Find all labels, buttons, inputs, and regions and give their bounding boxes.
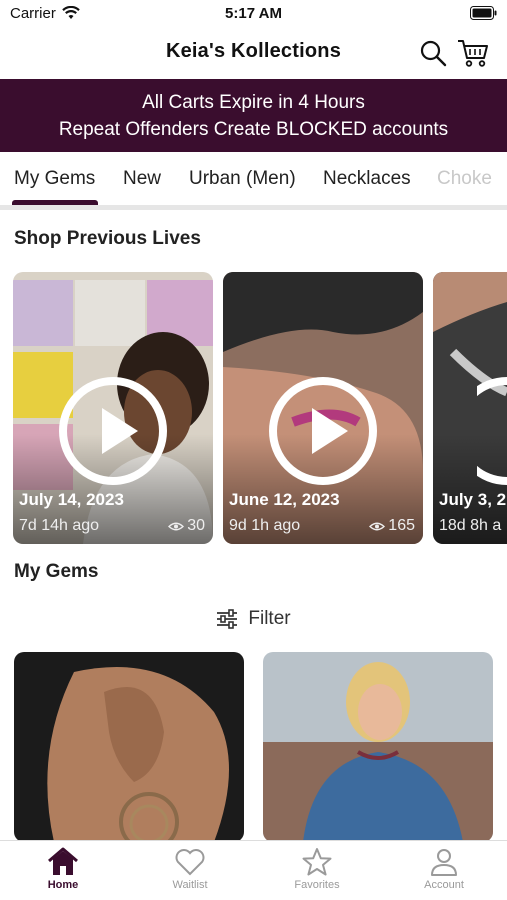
person-icon — [431, 849, 457, 876]
tab-new[interactable]: New — [123, 168, 161, 190]
bottom-tab-bar: Home Waitlist Favorites Account — [0, 840, 507, 900]
cart-icon[interactable] — [457, 38, 489, 68]
category-tabs: My Gems New Urban (Men) Necklaces Choke — [0, 152, 507, 210]
view-count: 165 — [369, 517, 415, 535]
nav-label: Favorites — [294, 879, 340, 891]
live-date: June 12, 2023 — [229, 490, 340, 509]
heart-icon — [175, 849, 205, 876]
product-image — [14, 652, 244, 842]
section-title-my-gems: My Gems — [14, 561, 99, 582]
live-date: July 14, 2023 — [19, 490, 124, 509]
star-icon — [302, 848, 332, 876]
nav-account[interactable]: Account — [381, 841, 507, 900]
clock: 5:17 AM — [225, 5, 282, 22]
banner-line-1: All Carts Expire in 4 Hours — [142, 92, 365, 113]
nav-label: Account — [424, 879, 464, 891]
play-icon[interactable] — [58, 376, 168, 486]
live-time-ago: 18d 8h a — [439, 517, 502, 534]
view-count-value: 30 — [187, 517, 205, 534]
live-video-card[interactable]: June 12, 2023 9d 1h ago 165 — [223, 272, 423, 544]
home-icon — [48, 847, 78, 875]
nav-favorites[interactable]: Favorites — [254, 841, 380, 900]
section-title-previous-lives: Shop Previous Lives — [14, 228, 201, 249]
active-tab-indicator — [12, 200, 98, 205]
app-header: Keia's Kollections — [0, 30, 507, 78]
eye-icon — [369, 522, 386, 530]
product-card[interactable] — [14, 652, 244, 842]
nav-label: Home — [47, 879, 79, 891]
live-time-ago: 7d 14h ago — [19, 517, 100, 534]
banner-line-2: Repeat Offenders Create BLOCKED accounts — [58, 119, 449, 140]
tab-urban-men[interactable]: Urban (Men) — [189, 168, 296, 190]
filter-button[interactable]: Filter — [0, 604, 507, 634]
tab-chokers[interactable]: Choke — [437, 168, 492, 190]
status-bar: Carrier 5:17 AM — [0, 0, 507, 30]
live-time-ago: 9d 1h ago — [229, 517, 301, 534]
announcement-banner: All Carts Expire in 4 Hours Repeat Offen… — [0, 79, 507, 152]
play-icon[interactable] — [268, 376, 378, 486]
eye-icon — [168, 522, 185, 530]
view-count-value: 165 — [388, 517, 415, 534]
live-video-card[interactable]: July 14, 2023 7d 14h ago 30 — [13, 272, 213, 544]
product-card[interactable] — [263, 652, 493, 842]
nav-waitlist[interactable]: Waitlist — [127, 841, 253, 900]
nav-label: Waitlist — [172, 879, 208, 891]
filter-label: Filter — [248, 608, 291, 629]
search-icon[interactable] — [419, 39, 447, 67]
tab-necklaces[interactable]: Necklaces — [323, 168, 411, 190]
tab-my-gems[interactable]: My Gems — [14, 168, 95, 190]
sliders-icon — [217, 609, 238, 629]
nav-home[interactable]: Home — [0, 841, 126, 900]
play-icon[interactable] — [477, 376, 507, 486]
view-count: 30 — [168, 517, 205, 535]
live-date: July 3, 2 — [439, 490, 507, 509]
battery-icon — [470, 6, 497, 20]
live-video-card[interactable]: July 3, 2 18d 8h a — [433, 272, 507, 544]
product-image — [263, 652, 493, 842]
